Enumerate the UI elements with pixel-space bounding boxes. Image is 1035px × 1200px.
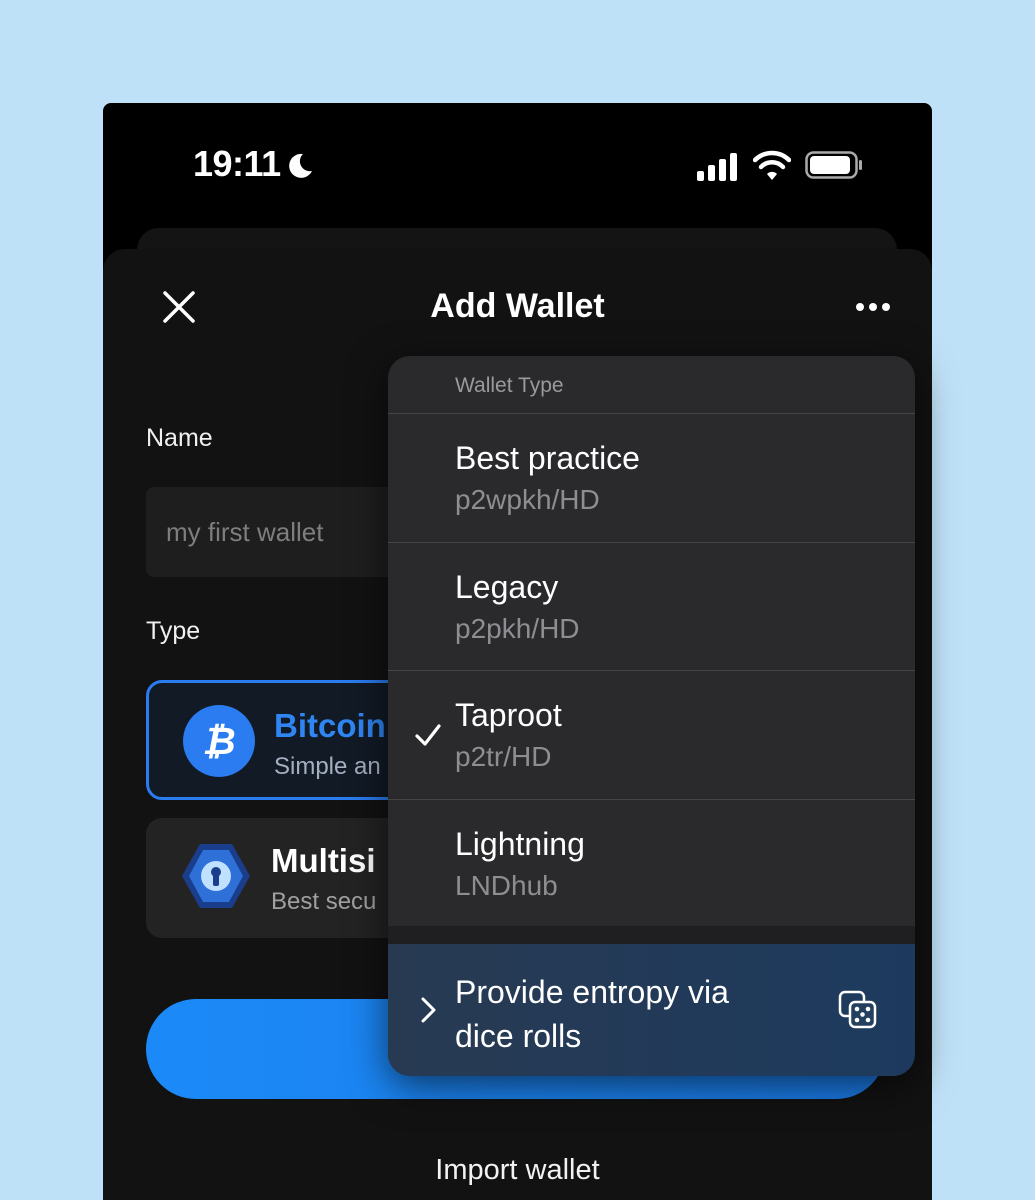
menu-item-lightning[interactable]: Lightning LNDhub — [388, 800, 915, 928]
menu-item-legacy[interactable]: Legacy p2pkh/HD — [388, 543, 915, 671]
checkmark-icon — [415, 724, 441, 746]
page-title: Add Wallet — [430, 287, 605, 325]
menu-item-subtitle: p2tr/HD — [455, 741, 552, 772]
menu-item-best-practice[interactable]: Best practice p2wpkh/HD — [388, 414, 915, 542]
svg-text:₿: ₿ — [202, 719, 235, 763]
type-card-subtitle: Best secu — [271, 888, 377, 915]
menu-item-title: Best practice — [455, 440, 640, 476]
menu-header: Wallet Type — [455, 374, 564, 397]
menu-item-dice-entropy[interactable]: Provide entropy via dice rolls — [388, 944, 915, 1076]
dice-icon — [838, 990, 877, 1029]
type-card-subtitle: Simple an — [274, 753, 381, 780]
import-wallet-link[interactable]: Import wallet — [103, 1154, 932, 1187]
type-card-title: Bitcoin — [274, 707, 386, 744]
battery-icon — [805, 151, 862, 179]
menu-item-taproot[interactable]: Taproot p2tr/HD — [388, 671, 915, 799]
wifi-icon — [753, 150, 791, 180]
menu-item-subtitle: p2wpkh/HD — [455, 484, 600, 515]
vault-icon — [182, 844, 250, 908]
menu-item-title: Taproot — [455, 697, 562, 733]
menu-section-gap — [388, 926, 915, 944]
chevron-right-icon — [421, 997, 436, 1023]
status-time: 19:11 — [193, 143, 281, 184]
name-label: Name — [146, 424, 213, 452]
menu-item-title: Legacy — [455, 569, 559, 605]
type-card-title: Multisi — [271, 842, 376, 879]
moon-icon — [289, 153, 312, 178]
menu-item-subtitle: LNDhub — [455, 870, 558, 901]
signal-icon — [697, 153, 737, 181]
wallet-type-menu: Wallet Type Best practice p2wpkh/HD Lega… — [388, 356, 915, 1076]
menu-item-subtitle: p2pkh/HD — [455, 613, 580, 644]
type-label: Type — [146, 617, 201, 645]
entropy-label: Provide entropy via dice rolls — [455, 974, 729, 1054]
more-icon[interactable] — [855, 299, 891, 315]
menu-item-title: Lightning — [455, 826, 585, 862]
bitcoin-icon: ₿ — [183, 705, 255, 777]
